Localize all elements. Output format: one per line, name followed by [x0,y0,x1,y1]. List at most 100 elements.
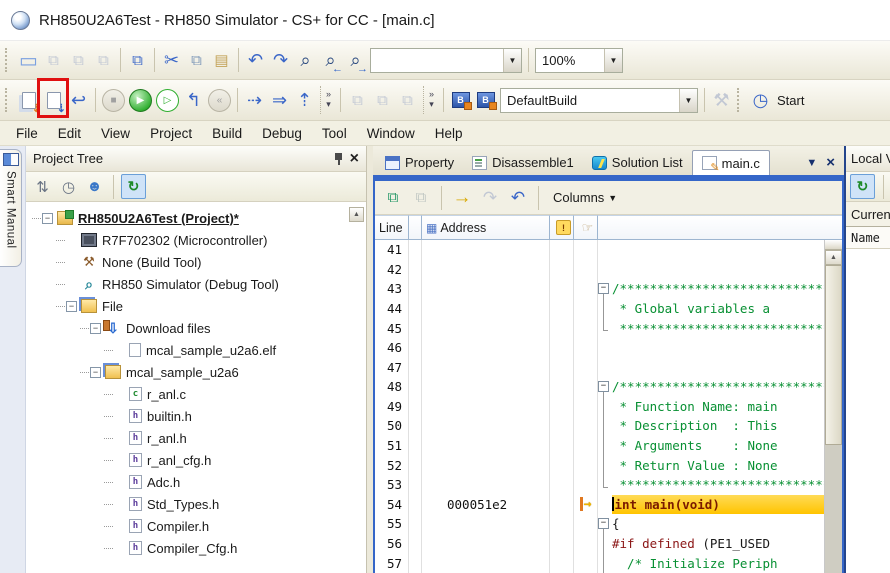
zoom-combo[interactable]: 100%▼ [535,48,623,73]
paste-icon[interactable]: ▤ [209,47,234,73]
collapse-icon[interactable]: − [598,518,609,529]
redo-icon[interactable]: ↷ [268,47,293,73]
step-over-icon[interactable]: ⇒ [267,87,292,113]
menu-window[interactable]: Window [357,123,425,144]
menu-build[interactable]: Build [202,123,252,144]
close-document-icon[interactable]: × [826,154,835,171]
chevron-down-icon[interactable]: ▼ [503,49,521,72]
code-line-45[interactable]: 45 ****************************** [375,318,824,338]
event-cell[interactable] [550,475,574,495]
code-line-44[interactable]: 44 * Global variables a [375,299,824,319]
cut-icon[interactable]: ✂ [159,47,184,73]
pc-column-header[interactable]: ☞ [574,215,598,239]
address-column-header[interactable]: ▦ Address [422,215,550,239]
event-cell[interactable] [550,397,574,417]
restart-icon[interactable]: ↰ [181,87,206,113]
event-cell[interactable] [550,455,574,475]
tree-item-compiler-cfg-h[interactable]: hCompiler_Cfg.h [26,537,366,559]
float-window-icon[interactable]: ⧉ [125,47,150,73]
jump-to-pc-icon[interactable]: → [450,186,474,210]
collapse-icon[interactable]: − [66,301,77,312]
toolbar-overflow-chevron[interactable]: »▾ [320,86,336,114]
menu-edit[interactable]: Edit [48,123,91,144]
collapse-icon[interactable]: − [90,367,101,378]
compare-document-icon[interactable]: ⧉ [381,186,405,210]
collapse-icon[interactable]: − [598,381,609,392]
code-line-56[interactable]: 56#if defined (PE1_USED [375,534,824,554]
undo-icon[interactable]: ↶ [243,47,268,73]
code-line-51[interactable]: 51 * Arguments : None [375,436,824,456]
build-project-icon[interactable]: B [448,87,473,113]
smart-manual-tab[interactable]: Smart Manual [0,149,22,267]
menu-file[interactable]: File [6,123,48,144]
blank-window-icon[interactable]: ▭ [16,47,41,73]
event-cell[interactable] [550,357,574,377]
close-icon[interactable]: × [350,151,359,167]
search-text-combo[interactable]: ▼ [370,48,522,73]
user-icon[interactable]: ☻ [83,175,106,198]
step-in-icon[interactable]: ⇢ [242,87,267,113]
tab-disassemble1[interactable]: Disassemble1 [463,150,583,175]
code-line-57[interactable]: 57 /* Initialize Periph [375,553,824,573]
menu-debug[interactable]: Debug [252,123,312,144]
code-line-46[interactable]: 46 [375,338,824,358]
event-cell[interactable] [550,240,574,260]
tree-item-r-anl-h[interactable]: hr_anl.h [26,427,366,449]
find-previous-icon[interactable]: ⌕← [318,47,343,73]
tree-item-r-anl-cfg-h[interactable]: hr_anl_cfg.h [26,449,366,471]
memory-view-icon[interactable]: ⧉ [370,87,395,113]
code-line-53[interactable]: 53 ****************************** [375,475,824,495]
back-history-icon[interactable]: ↶ [506,186,530,210]
find-next-icon[interactable]: ⌕→ [343,47,368,73]
menu-tool[interactable]: Tool [312,123,357,144]
code-line-55[interactable]: 55−{ [375,514,824,534]
event-cell[interactable] [550,318,574,338]
collapse-icon[interactable]: − [42,213,53,224]
next-window-icon[interactable]: ⧉ [66,47,91,73]
chevron-down-icon[interactable]: ▼ [679,89,697,112]
tree-item-none-build-tool[interactable]: ⚒None (Build Tool) [26,251,366,273]
trace-view-icon[interactable]: ⧉ [395,87,420,113]
code-line-50[interactable]: 50 * Description : This [375,416,824,436]
event-cell[interactable] [550,534,574,554]
stack-trace-icon[interactable]: ⧉ [345,87,370,113]
code-line-41[interactable]: 41 [375,240,824,260]
find-icon[interactable]: ⌕ [293,47,318,73]
event-cell[interactable] [550,377,574,397]
tree-item-compiler-h[interactable]: hCompiler.h [26,515,366,537]
editor-scrollbar[interactable]: ▲ [824,240,842,573]
event-cell[interactable] [550,338,574,358]
start-timer-icon[interactable]: ◷ [748,87,773,113]
toolbar-overflow-chevron[interactable]: »▾ [423,86,439,114]
event-cell[interactable] [550,416,574,436]
tree-item-std-types-h[interactable]: hStd_Types.h [26,493,366,515]
scroll-up-icon[interactable]: ▲ [349,207,364,222]
reset-icon[interactable]: ↩ [66,87,91,113]
stop-icon[interactable]: ■ [102,89,125,112]
code-lines[interactable]: 414243−/******************************44… [375,240,824,573]
tree-item-rh850-simulator-debug-tool[interactable]: ⌕RH850 Simulator (Debug Tool) [26,273,366,295]
go-icon[interactable]: ▶ [129,89,152,112]
menu-view[interactable]: View [91,123,140,144]
collapse-icon[interactable]: − [90,323,101,334]
tab-solution-list[interactable]: Solution List [583,150,692,175]
tab-property[interactable]: Property [376,150,463,175]
code-line-47[interactable]: 47 [375,357,824,377]
tree-item-download-files[interactable]: −⇩Download files [26,317,366,339]
scroll-thumb[interactable] [825,265,842,445]
refresh-icon[interactable]: ↻ [121,174,146,199]
tree-item-mcal-sample-u2a6-elf[interactable]: mcal_sample_u2a6.elf [26,339,366,361]
clock-icon[interactable]: ◷ [57,175,80,198]
code-line-43[interactable]: 43−/****************************** [375,279,824,299]
event-cell[interactable] [550,553,574,573]
menu-project[interactable]: Project [140,123,202,144]
code-line-54[interactable]: 54000051e2→int main(void) [375,495,824,515]
tree-scrollbar[interactable]: ▲ [349,207,364,222]
copy-icon[interactable]: ⧉ [184,47,209,73]
menu-help[interactable]: Help [425,123,473,144]
scroll-track[interactable] [825,445,842,573]
tree-item-mcal-sample-u2a6[interactable]: −mcal_sample_u2a6 [26,361,366,383]
line-column-header[interactable]: Line [375,215,409,239]
build-tool-icon[interactable]: ⚒ [709,87,734,113]
build-mode-combo[interactable]: DefaultBuild▼ [500,88,698,113]
